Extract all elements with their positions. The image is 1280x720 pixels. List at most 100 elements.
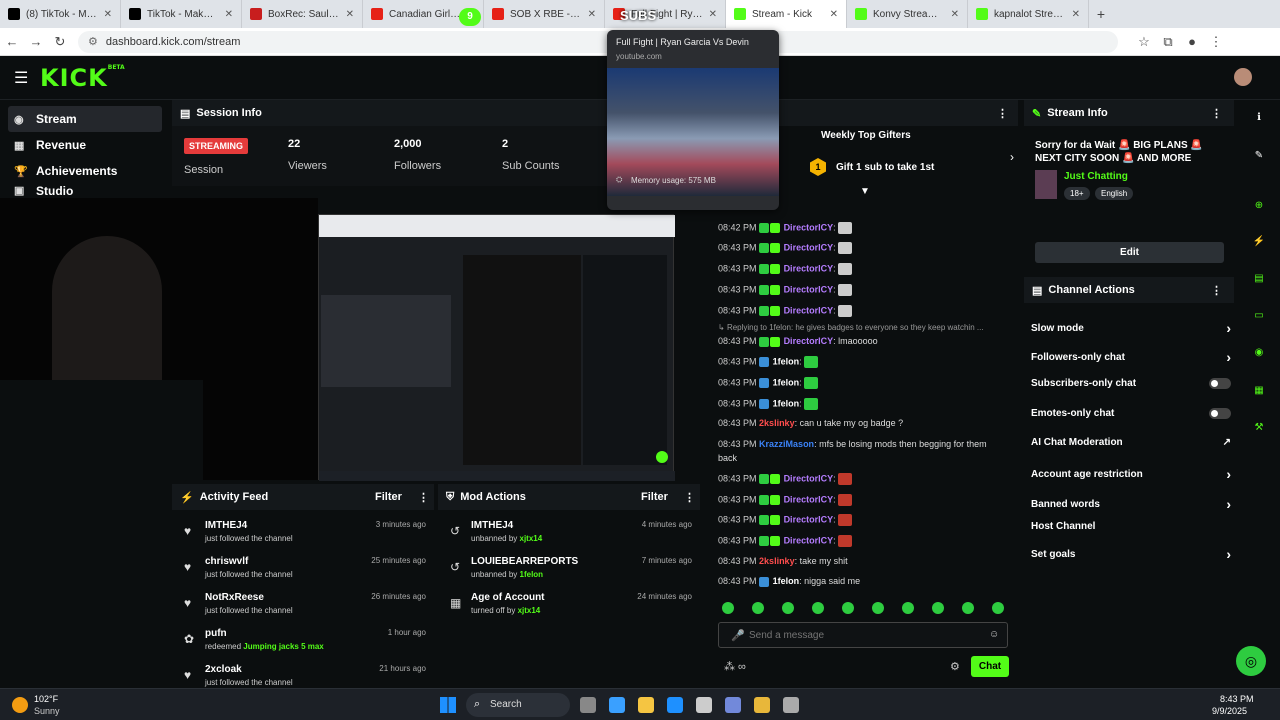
store-icon[interactable] bbox=[696, 697, 712, 713]
mod-action-moderator[interactable]: 1felon bbox=[520, 570, 544, 579]
chat-username[interactable]: 2kslinky bbox=[759, 556, 795, 566]
browser-tab[interactable]: SOB X RBE - Anti (Of ✕ bbox=[484, 0, 605, 28]
browser-tab[interactable]: TikTok - Make Your [✕ bbox=[121, 0, 242, 28]
windows-start-icon[interactable] bbox=[440, 697, 456, 713]
mod-action-moderator[interactable]: xjtx14 bbox=[520, 534, 543, 543]
mod-action-target[interactable]: LOUIEBEARREPORTS bbox=[471, 556, 578, 567]
chat-username[interactable]: 2kslinky bbox=[759, 418, 795, 428]
tab-close-icon[interactable]: ✕ bbox=[225, 9, 233, 20]
discord-icon[interactable] bbox=[725, 697, 741, 713]
url-field[interactable]: ⚙ dashboard.kick.com/stream bbox=[78, 30, 1118, 53]
mod-filter-button[interactable]: Filter bbox=[641, 491, 668, 503]
edit-stream-info-button[interactable]: Edit bbox=[1035, 242, 1224, 263]
quick-emote-icon[interactable] bbox=[902, 602, 914, 614]
chevron-right-icon[interactable]: › bbox=[1226, 349, 1231, 365]
new-tab-button[interactable]: + bbox=[1089, 6, 1113, 22]
chat-username[interactable]: DirectorICY bbox=[784, 242, 834, 252]
channel-action-item[interactable]: Slow mode › bbox=[1031, 320, 1231, 336]
external-link-icon[interactable]: ↗ bbox=[1223, 437, 1231, 448]
tab-close-icon[interactable]: ✕ bbox=[709, 9, 717, 20]
microphone-icon[interactable]: 🎤 bbox=[731, 629, 745, 642]
chat-send-button[interactable]: Chat bbox=[971, 656, 1009, 677]
sidebar-item-stream[interactable]: ◉ Stream bbox=[8, 106, 162, 132]
chevron-right-icon[interactable]: › bbox=[1010, 150, 1014, 164]
user-avatar[interactable] bbox=[1234, 68, 1252, 86]
channel-action-item[interactable]: Subscribers-only chat bbox=[1031, 378, 1231, 389]
sidebar-item-revenue[interactable]: ▦ Revenue bbox=[0, 132, 170, 158]
chat-username[interactable]: 1felon bbox=[773, 576, 800, 586]
chevron-right-icon[interactable]: › bbox=[1226, 546, 1231, 562]
settings-icon[interactable] bbox=[783, 697, 799, 713]
bookmark-star-icon[interactable]: ☆ bbox=[1132, 34, 1156, 50]
browser-tab[interactable]: (8) TikTok - Make Yo ✕ bbox=[0, 0, 121, 28]
rail-list-icon[interactable]: ▤ bbox=[1250, 269, 1268, 287]
tab-close-icon[interactable]: ✕ bbox=[346, 9, 354, 20]
quick-emote-icon[interactable] bbox=[872, 602, 884, 614]
chevron-right-icon[interactable]: › bbox=[1226, 466, 1231, 482]
stream-info-menu-icon[interactable]: ⋮ bbox=[1211, 107, 1222, 120]
quick-emote-icon[interactable] bbox=[722, 602, 734, 614]
chat-username[interactable]: DirectorICY bbox=[784, 535, 834, 545]
profile-icon[interactable]: ● bbox=[1180, 34, 1204, 49]
chat-username[interactable]: KrazziMason bbox=[759, 439, 814, 449]
mod-action-target[interactable]: IMTHEJ4 bbox=[471, 520, 542, 531]
browser-tab[interactable]: Konvy Stream - Wat ✕ bbox=[847, 0, 968, 28]
chat-username[interactable]: DirectorICY bbox=[784, 284, 834, 294]
site-info-icon[interactable]: ⚙ bbox=[88, 35, 98, 48]
sidebar-item-studio[interactable]: ▣ Studio bbox=[0, 184, 170, 198]
chat-username[interactable]: DirectorICY bbox=[784, 473, 834, 483]
session-menu-icon[interactable]: ⋮ bbox=[997, 107, 1008, 120]
mod-menu-icon[interactable]: ⋮ bbox=[684, 491, 695, 504]
chat-username[interactable]: 1felon bbox=[773, 398, 800, 408]
task-view-icon[interactable] bbox=[580, 697, 596, 713]
chat-username[interactable]: DirectorICY bbox=[784, 514, 834, 524]
rail-chat-icon[interactable]: ▭ bbox=[1250, 306, 1268, 324]
chat-username[interactable]: DirectorICY bbox=[784, 336, 834, 346]
activity-username[interactable]: 2xcloak bbox=[205, 664, 293, 675]
menu-dots-icon[interactable]: ⋮ bbox=[1204, 34, 1228, 50]
channel-action-item[interactable]: Followers-only chat › bbox=[1031, 349, 1231, 365]
channel-action-item[interactable]: Emotes-only chat bbox=[1031, 408, 1231, 419]
tab-close-icon[interactable]: ✕ bbox=[104, 9, 112, 20]
category-name[interactable]: Just Chatting bbox=[1064, 171, 1128, 182]
copilot-icon[interactable] bbox=[609, 697, 625, 713]
hamburger-menu-icon[interactable]: ☰ bbox=[14, 68, 28, 88]
rail-lightning-icon[interactable]: ⚡ bbox=[1250, 232, 1268, 250]
browser-tab[interactable]: kapnalot Stream - W ✕ bbox=[968, 0, 1089, 28]
activity-username[interactable]: chriswvlf bbox=[205, 556, 293, 567]
edge-icon[interactable] bbox=[667, 697, 683, 713]
quick-emote-icon[interactable] bbox=[932, 602, 944, 614]
tab-close-icon[interactable]: ✕ bbox=[830, 9, 838, 20]
rail-crosshair-icon[interactable]: ⊕ bbox=[1250, 196, 1268, 214]
tab-close-icon[interactable]: ✕ bbox=[588, 9, 596, 20]
toggle-switch[interactable] bbox=[1209, 408, 1231, 419]
chat-message-input[interactable] bbox=[749, 626, 979, 644]
quick-emote-icon[interactable] bbox=[782, 602, 794, 614]
extensions-icon[interactable]: ⧉ bbox=[1156, 34, 1180, 50]
toggle-switch[interactable] bbox=[1209, 378, 1231, 389]
chat-username[interactable]: DirectorICY bbox=[784, 305, 834, 315]
chat-username[interactable]: 1felon bbox=[773, 377, 800, 387]
kick-logo[interactable]: KICKBETA bbox=[40, 64, 125, 92]
quick-emote-icon[interactable] bbox=[752, 602, 764, 614]
chat-settings-icon[interactable]: ⚙ bbox=[950, 660, 960, 673]
chat-username[interactable]: 1felon bbox=[773, 356, 800, 366]
channel-action-item[interactable]: AI Chat Moderation ↗ bbox=[1031, 437, 1231, 448]
rail-wrench-icon[interactable]: ⚒ bbox=[1250, 418, 1268, 436]
chat-username[interactable]: DirectorICY bbox=[784, 494, 834, 504]
browser-tab[interactable]: BoxRec: Saul Alvarez ✕ bbox=[242, 0, 363, 28]
chevron-right-icon[interactable]: › bbox=[1226, 320, 1231, 336]
sidebar-item-achievements[interactable]: 🏆 Achievements bbox=[0, 158, 170, 184]
channel-action-item[interactable]: Set goals › bbox=[1031, 546, 1231, 562]
activity-username[interactable]: pufn bbox=[205, 628, 324, 639]
chat-username[interactable]: DirectorICY bbox=[784, 263, 834, 273]
channel-actions-menu-icon[interactable]: ⋮ bbox=[1211, 284, 1222, 297]
mod-action-target[interactable]: Age of Account bbox=[471, 592, 545, 603]
mod-action-moderator[interactable]: xjtx14 bbox=[518, 606, 541, 615]
back-icon[interactable]: ← bbox=[0, 34, 24, 49]
quick-emote-icon[interactable] bbox=[992, 602, 1004, 614]
chat-input-box[interactable]: 🎤 ☺ bbox=[718, 622, 1008, 648]
quick-emote-icon[interactable] bbox=[812, 602, 824, 614]
taskbar-search[interactable]: ⌕ Search bbox=[466, 693, 570, 717]
collapse-arrow-icon[interactable]: ▼ bbox=[860, 186, 870, 197]
